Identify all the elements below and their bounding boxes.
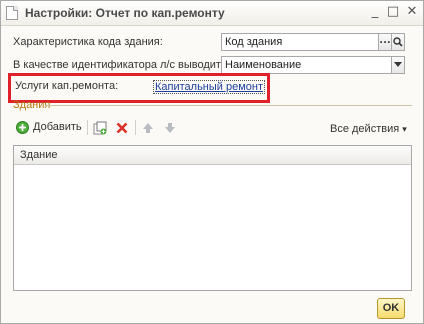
- settings-window: Настройки: Отчет по кап.ремонту _ □ ✕ Ха…: [0, 0, 424, 324]
- chevron-down-icon: [394, 62, 402, 67]
- group-divider: [45, 105, 412, 106]
- building-code-field[interactable]: Код здания ...: [221, 33, 405, 51]
- buildings-table[interactable]: Здание: [13, 145, 412, 291]
- maximize-button[interactable]: □: [385, 4, 401, 20]
- all-actions-label: Все действия: [330, 123, 400, 135]
- services-link[interactable]: Капитальный ремонт: [153, 80, 266, 94]
- table-header-building[interactable]: Здание: [14, 146, 411, 165]
- account-identifier-value: Наименование: [225, 59, 302, 71]
- building-code-value: Код здания: [225, 36, 283, 48]
- close-button[interactable]: ✕: [404, 4, 420, 20]
- account-identifier-label: В качестве идентификатора л/с выводить:: [13, 59, 230, 71]
- document-icon: [6, 6, 18, 20]
- add-button-label: Добавить: [33, 121, 82, 133]
- minimize-button[interactable]: _: [367, 4, 383, 20]
- account-identifier-select[interactable]: Наименование: [221, 56, 405, 74]
- services-link-text: Капитальный ремонт: [155, 81, 264, 93]
- chevron-down-icon: ▾: [402, 125, 407, 135]
- search-icon: [393, 37, 403, 47]
- window-title: Настройки: Отчет по кап.ремонту: [25, 6, 225, 20]
- copy-icon[interactable]: [93, 121, 107, 135]
- services-label: Услуги кап.ремонта:: [15, 80, 119, 92]
- move-up-icon[interactable]: [142, 122, 154, 134]
- building-code-label: Характеристика кода здания:: [13, 36, 163, 48]
- delete-icon[interactable]: [116, 122, 128, 134]
- move-down-icon[interactable]: [164, 122, 176, 134]
- title-bar: Настройки: Отчет по кап.ремонту _ □ ✕: [1, 1, 423, 26]
- all-actions-menu[interactable]: Все действия ▾: [330, 123, 407, 135]
- toolbar-separator: [87, 120, 88, 135]
- ok-button[interactable]: OK: [377, 298, 405, 319]
- search-button[interactable]: [391, 33, 405, 51]
- plus-circle-icon: [16, 121, 29, 134]
- toolbar-separator: [135, 120, 136, 135]
- dropdown-button[interactable]: [391, 56, 405, 74]
- select-button[interactable]: ...: [378, 33, 392, 51]
